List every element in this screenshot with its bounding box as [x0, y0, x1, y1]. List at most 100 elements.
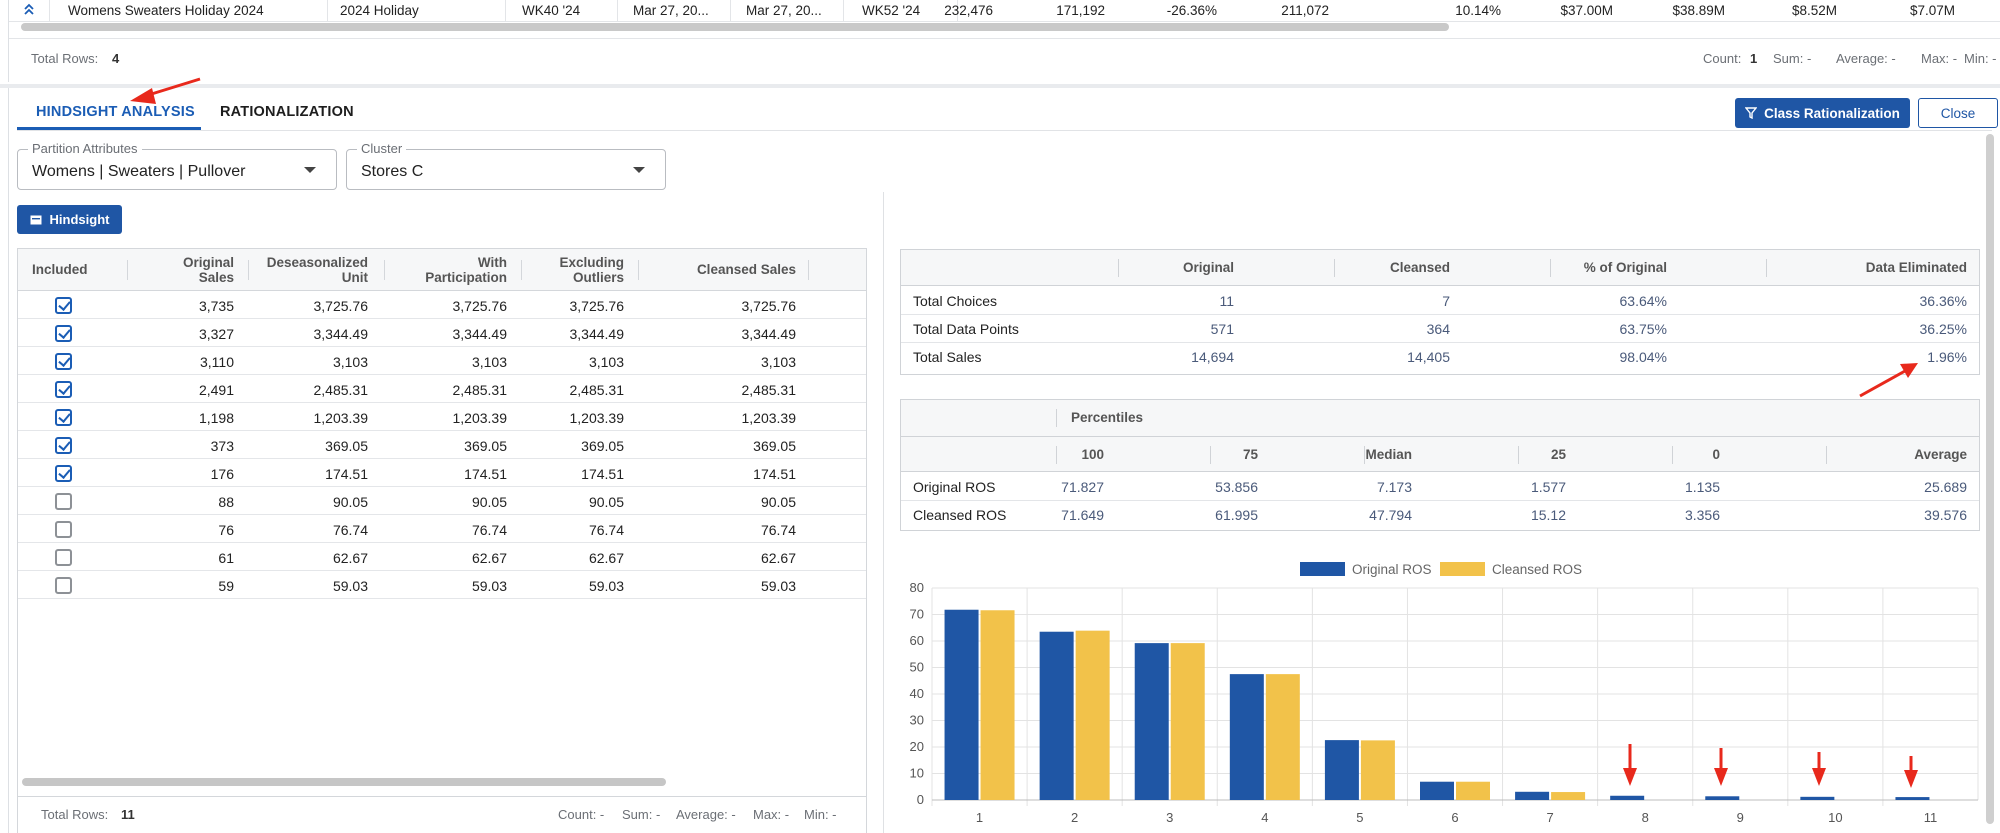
row-date2: Mar 27, 20... — [746, 3, 822, 18]
header-included[interactable]: Included — [32, 262, 88, 277]
percentile-row-label: Original ROS — [913, 479, 996, 495]
y-tick-label: 30 — [910, 713, 924, 728]
cell-original: 373 — [210, 438, 234, 454]
bar-original-ros — [1324, 740, 1359, 800]
top-grid-scrollbar[interactable] — [21, 23, 1449, 31]
cell-original: 88 — [218, 494, 234, 510]
percentile-table: Percentiles 100 75 Median 25 0 Average O… — [900, 399, 1980, 531]
percentile-table-header: Percentiles 100 75 Median 25 0 Average — [901, 400, 1979, 472]
header-p75: 75 — [1242, 447, 1258, 462]
header-deseasonalized-unit[interactable]: Deseasonalized Unit — [267, 255, 368, 285]
right-pane-scrollbar[interactable] — [1986, 134, 1994, 824]
row-v2: 171,192 — [1056, 3, 1105, 18]
header-cleansed-sales[interactable]: Cleansed Sales — [697, 262, 796, 277]
cell-original: 59 — [218, 578, 234, 594]
included-checkbox[interactable] — [55, 521, 72, 538]
percentile-cell-p100: 71.649 — [1061, 507, 1104, 523]
x-tick-label: 9 — [1737, 810, 1744, 825]
ros-bar-chart: 0 10 20 30 40 50 60 70 80 1 2 3 4 5 6 7 8 9 10 11 Original R… — [900, 554, 1982, 833]
header-excluding-outliers[interactable]: Excluding Outliers — [559, 255, 624, 285]
total-rows-value: 11 — [121, 807, 135, 822]
top-grid: Womens Sweaters Holiday 2024 2024 Holida… — [8, 0, 2000, 82]
legend-label: Cleansed ROS — [1492, 562, 1582, 577]
partition-attributes-legend: Partition Attributes — [28, 141, 142, 156]
collapse-icon[interactable] — [23, 2, 35, 19]
cell-excl: 2,485.31 — [569, 382, 625, 398]
table-row: 373 369.05 369.05 369.05 369.05 — [18, 431, 866, 459]
table-row: 59 59.03 59.03 59.03 59.03 — [18, 571, 866, 599]
cell-original: 1,198 — [198, 410, 234, 426]
max-stat: Max: - — [1921, 51, 1958, 66]
included-checkbox[interactable] — [55, 381, 72, 398]
x-tick-label: 11 — [1924, 810, 1938, 825]
cell-with: 76.74 — [471, 522, 507, 538]
row-v1: 232,476 — [944, 3, 993, 18]
count-stat: Count: - — [558, 807, 605, 822]
partition-attributes-select[interactable]: Partition Attributes Womens | Sweaters |… — [17, 141, 337, 190]
cell-deseason: 3,725.76 — [313, 298, 369, 314]
pane-divider — [883, 192, 884, 833]
legend-label: Original ROS — [1352, 562, 1432, 577]
percentile-row-label: Cleansed ROS — [913, 507, 1007, 523]
x-tick-label: 4 — [1261, 810, 1268, 825]
summary-row-label: Total Data Points — [913, 321, 1019, 337]
cell-cleansed: 76.74 — [760, 522, 796, 538]
x-tick-label: 8 — [1642, 810, 1649, 825]
row-v9: $7.07M — [1909, 3, 1955, 18]
row-v3: -26.36% — [1166, 3, 1217, 18]
percentile-cell-avg: 25.689 — [1924, 479, 1967, 495]
top-grid-footer: Total Rows: 4 Count: 1 Sum: - Average: -… — [9, 38, 2000, 78]
included-checkbox[interactable] — [55, 325, 72, 342]
legend-swatch — [1440, 562, 1485, 576]
filter-icon — [1745, 107, 1758, 119]
hindsight-table-scrollbar[interactable] — [22, 778, 666, 786]
header-p0: 0 — [1712, 447, 1720, 462]
class-rationalization-button[interactable]: Class Rationalization — [1735, 98, 1910, 128]
included-checkbox[interactable] — [55, 577, 72, 594]
bar-original-ros — [1895, 797, 1930, 800]
header-with-participation[interactable]: With Participation — [425, 255, 507, 285]
summary-cell-eliminated: 36.25% — [1919, 321, 1967, 337]
max-stat: Max: - — [753, 807, 790, 822]
total-rows-label: Total Rows: — [31, 51, 99, 66]
included-checkbox[interactable] — [55, 409, 72, 426]
hindsight-table-header: Included Original Sales Deseasonalized Uni… — [18, 249, 866, 291]
included-checkbox[interactable] — [55, 437, 72, 454]
hindsight-button-label: Hindsight — [49, 212, 110, 227]
table-row: 3,327 3,344.49 3,344.49 3,344.49 3,344.49 — [18, 319, 866, 347]
hindsight-button[interactable]: Hindsight — [17, 205, 122, 234]
cell-with: 90.05 — [471, 494, 507, 510]
cell-original: 76 — [218, 522, 234, 538]
row-v5: 10.14% — [1455, 3, 1501, 18]
x-tick-label: 10 — [1828, 810, 1842, 825]
cell-deseason: 3,103 — [332, 354, 368, 370]
cell-with: 1,203.39 — [452, 410, 508, 426]
tab-rationalization[interactable]: RATIONALIZATION — [220, 104, 354, 120]
row-v7: $38.89M — [1672, 3, 1725, 18]
percentile-cell-p25: 15.12 — [1530, 507, 1566, 523]
header-original: Original — [1182, 260, 1234, 275]
bar-original-ros — [1515, 791, 1550, 800]
cell-cleansed: 3,103 — [760, 354, 796, 370]
included-checkbox[interactable] — [55, 465, 72, 482]
y-tick-label: 10 — [910, 766, 924, 781]
header-original-sales[interactable]: Original Sales — [183, 255, 234, 285]
bar-original-ros — [1420, 781, 1454, 800]
x-tick-label: 7 — [1546, 810, 1553, 825]
close-button[interactable]: Close — [1918, 98, 1998, 128]
included-checkbox[interactable] — [55, 549, 72, 566]
table-row: 61 62.67 62.67 62.67 62.67 — [18, 543, 866, 571]
included-checkbox[interactable] — [55, 353, 72, 370]
included-checkbox[interactable] — [55, 297, 72, 314]
percentile-cell-median: 7.173 — [1376, 479, 1412, 495]
cell-cleansed: 59.03 — [760, 578, 796, 594]
sum-stat: Sum: - — [1773, 51, 1812, 66]
bar-original-ros — [1610, 795, 1645, 800]
included-checkbox[interactable] — [55, 493, 72, 510]
top-grid-row[interactable]: Womens Sweaters Holiday 2024 2024 Holida… — [9, 0, 2000, 22]
x-tick-label: 3 — [1166, 810, 1173, 825]
cluster-select[interactable]: Cluster Stores C — [346, 141, 666, 190]
bar-cleansed-ros — [1551, 792, 1586, 800]
tab-hindsight-analysis[interactable]: HINDSIGHT ANALYSIS — [36, 104, 195, 120]
cell-with: 3,103 — [471, 354, 507, 370]
